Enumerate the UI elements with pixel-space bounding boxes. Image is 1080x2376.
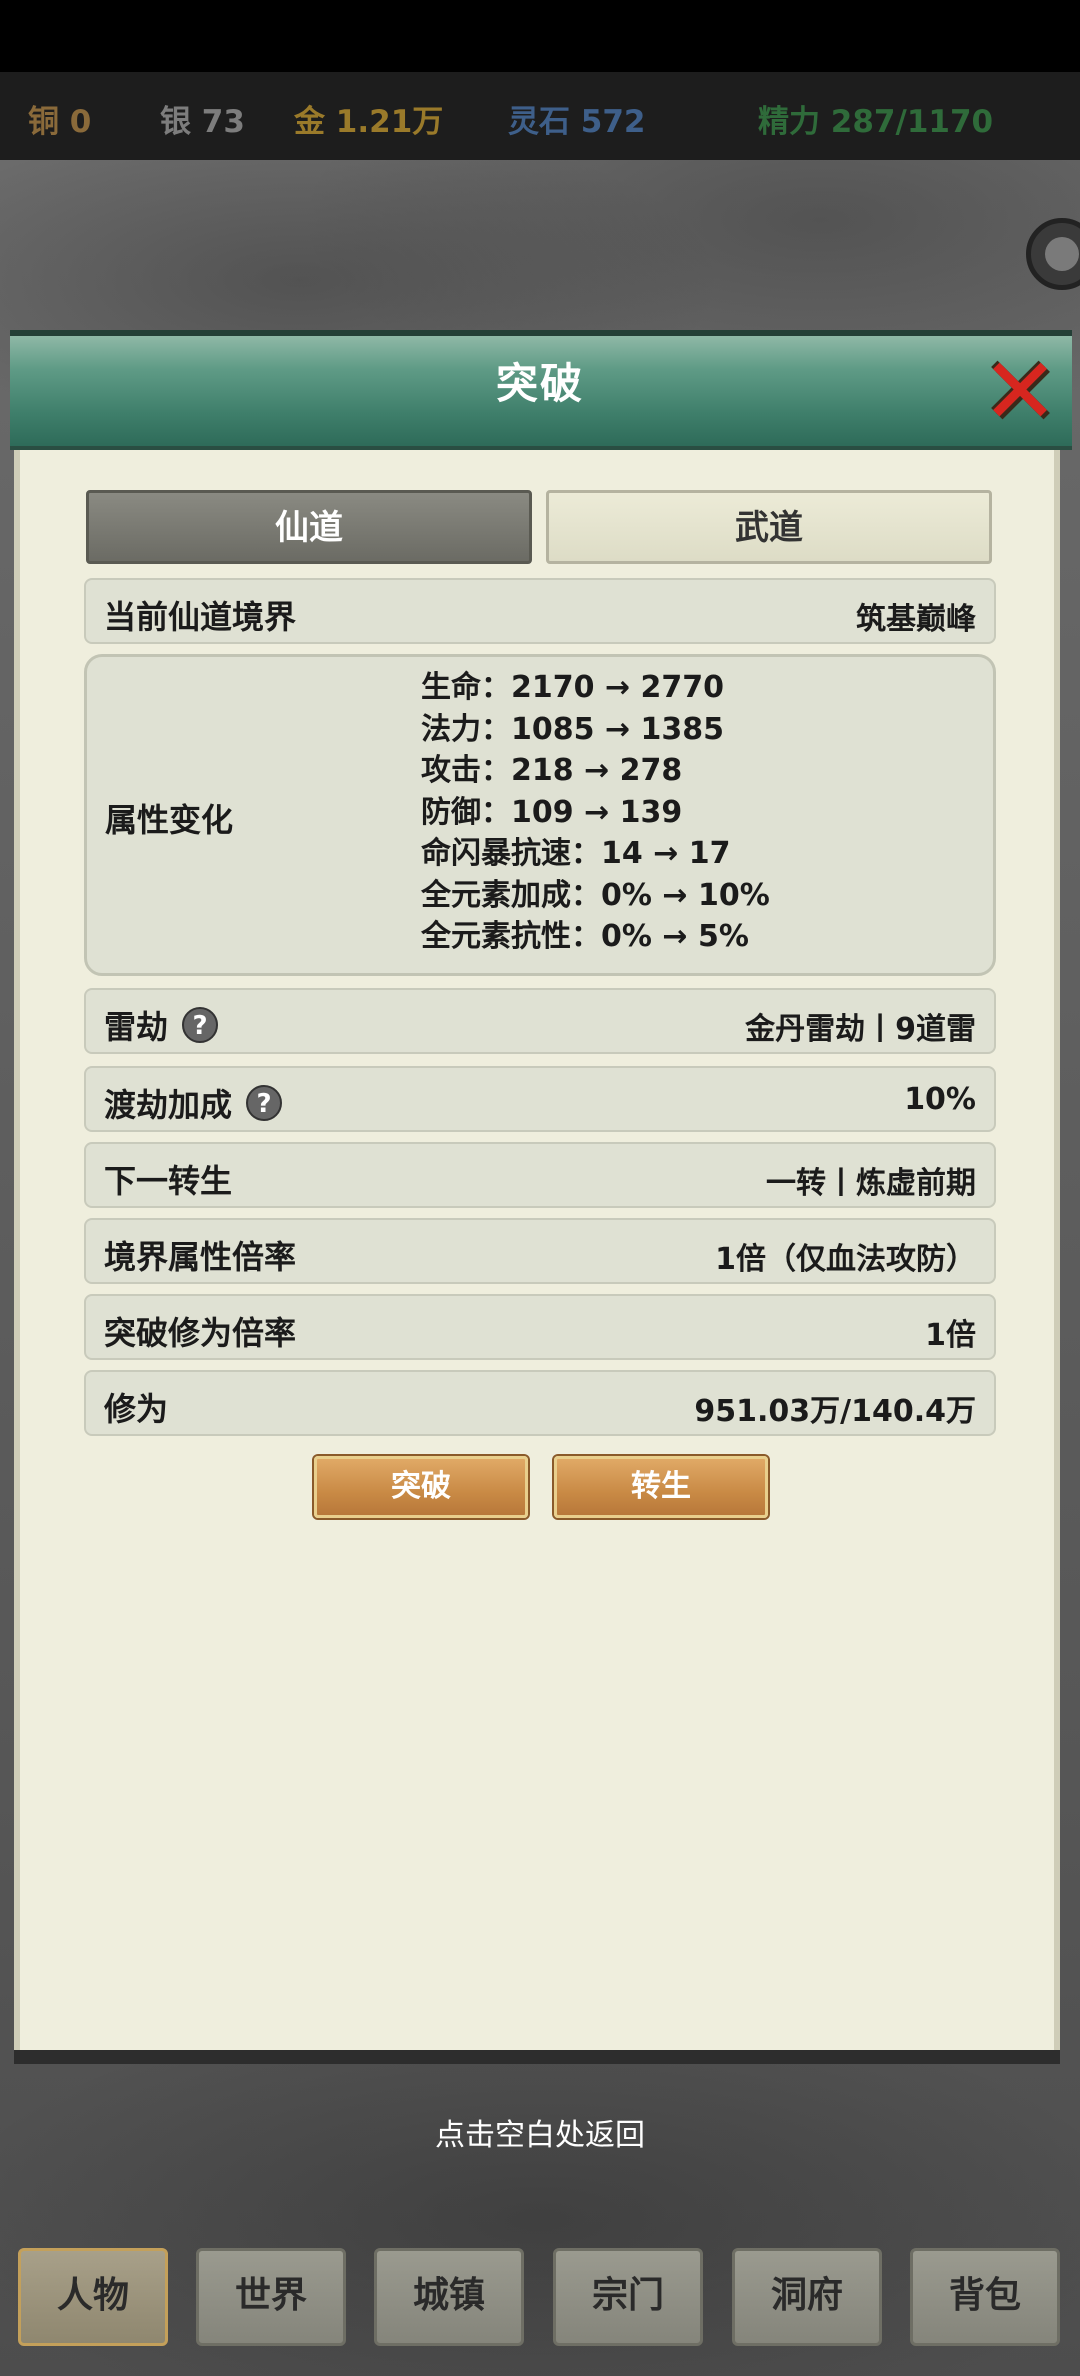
nav-bag[interactable]: 背包	[910, 2248, 1060, 2346]
nav-sect[interactable]: 宗门	[553, 2248, 703, 2346]
attribute-change-label: 属性变化	[105, 801, 234, 839]
attr-mp: 法力：1085 → 1385	[421, 711, 725, 747]
current-realm-label: 当前仙道境界	[104, 598, 297, 636]
tribulation-bonus-row: 渡劫加成? 10%	[84, 1066, 996, 1132]
next-rebirth-label: 下一转生	[104, 1162, 233, 1200]
attribute-change-box: 属性变化 生命：2170 → 2770 法力：1085 → 1385 攻击：21…	[84, 654, 996, 976]
current-realm-row: 当前仙道境界 筑基巅峰	[84, 578, 996, 644]
nav-town[interactable]: 城镇	[374, 2248, 524, 2346]
breakthrough-cultivation-multiplier-label: 突破修为倍率	[104, 1314, 297, 1352]
gold-count: 金 1.21万	[294, 104, 444, 140]
bottom-nav: 人物 世界 城镇 宗门 洞府 背包	[0, 2232, 1080, 2376]
energy-count: 精力 287/1170	[758, 104, 994, 140]
help-icon[interactable]: ?	[246, 1085, 283, 1121]
attr-hp: 生命：2170 → 2770	[421, 670, 725, 705]
thunder-tribulation-row: 雷劫? 金丹雷劫丨9道雷	[84, 988, 996, 1054]
current-realm-value: 筑基巅峰	[856, 602, 976, 637]
thunder-tribulation-value: 金丹雷劫丨9道雷	[745, 1012, 976, 1047]
spirit-stone-count: 灵石 572	[508, 104, 646, 140]
next-rebirth-value: 一转丨炼虚前期	[766, 1166, 976, 1201]
realm-attr-multiplier-value: 1倍（仅血法攻防）	[715, 1242, 976, 1277]
help-icon[interactable]: ?	[182, 1007, 219, 1043]
attribute-change-list: 生命：2170 → 2770 法力：1085 → 1385 攻击：218 → 2…	[421, 667, 770, 958]
attr-element-bonus: 全元素加成：0% → 10%	[421, 877, 770, 913]
realm-attr-multiplier-label: 境界属性倍率	[104, 1238, 297, 1276]
thunder-tribulation-label: 雷劫	[104, 1008, 169, 1046]
nav-cave[interactable]: 洞府	[732, 2248, 882, 2346]
attr-secondary: 命闪暴抗速：14 → 17	[421, 836, 731, 871]
cultivation-label: 修为	[104, 1390, 169, 1428]
attr-defense: 防御：109 → 139	[421, 794, 683, 830]
tab-martial-path[interactable]: 武道	[546, 490, 992, 564]
resource-bar: 铜 0 银 73 金 1.21万 灵石 572 精力 287/1170	[0, 72, 1080, 160]
status-bar-area	[0, 0, 1080, 72]
rebirth-button[interactable]: 转生	[554, 1456, 768, 1518]
tribulation-bonus-value: 10%	[904, 1082, 976, 1117]
dialog-bottom-edge	[14, 2050, 1060, 2064]
next-rebirth-row: 下一转生 一转丨炼虚前期	[84, 1142, 996, 1208]
copper-count: 铜 0	[28, 104, 92, 140]
close-icon[interactable]: ✕	[980, 346, 1060, 438]
dialog-title: 突破	[495, 359, 584, 408]
tribulation-bonus-label: 渡劫加成	[104, 1086, 233, 1124]
nav-character[interactable]: 人物	[18, 2248, 168, 2346]
tap-to-return-hint: 点击空白处返回	[435, 2118, 645, 2153]
breakthrough-button[interactable]: 突破	[314, 1456, 528, 1518]
cultivation-row: 修为 951.03万/140.4万	[84, 1370, 996, 1436]
breakthrough-cultivation-multiplier-value: 1倍	[925, 1318, 976, 1353]
attr-attack: 攻击：218 → 278	[421, 753, 683, 788]
attr-element-resist: 全元素抗性：0% → 5%	[421, 919, 749, 954]
breakthrough-cultivation-multiplier-row: 突破修为倍率 1倍	[84, 1294, 996, 1360]
cultivation-value: 951.03万/140.4万	[694, 1394, 976, 1429]
realm-attr-multiplier-row: 境界属性倍率 1倍（仅血法攻防）	[84, 1218, 996, 1284]
nav-world[interactable]: 世界	[196, 2248, 346, 2346]
silver-count: 银 73	[160, 104, 245, 140]
tab-immortal-path[interactable]: 仙道	[86, 490, 532, 564]
